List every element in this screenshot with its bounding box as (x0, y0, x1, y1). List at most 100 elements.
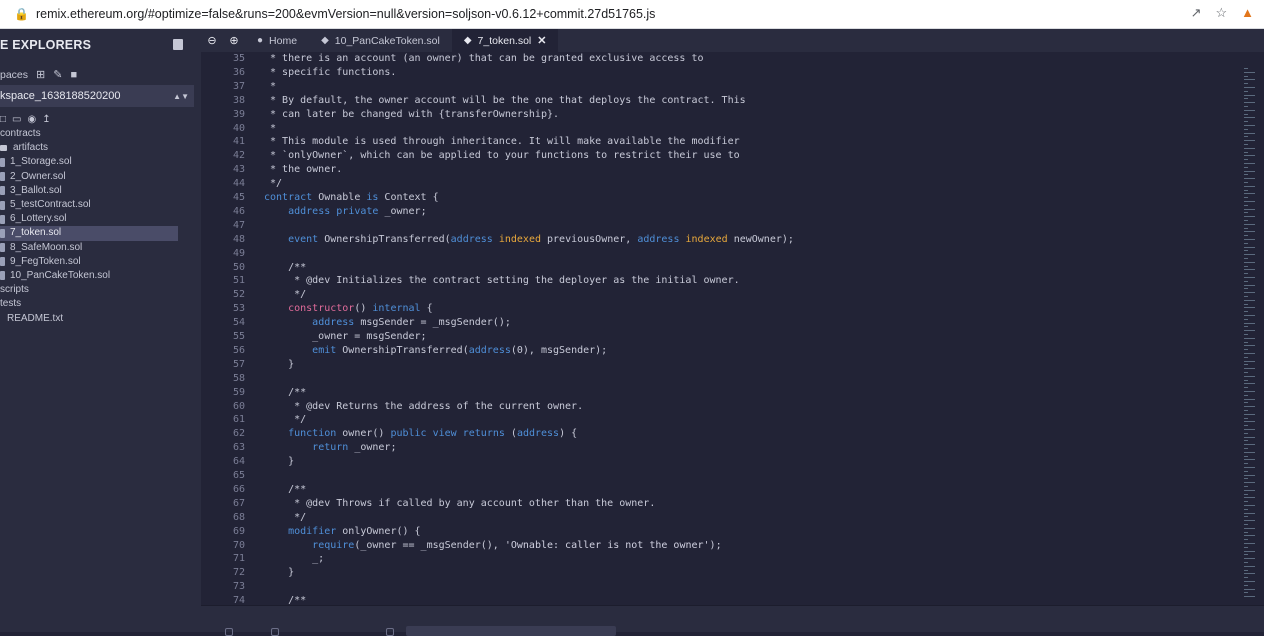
code-line[interactable]: 49 (201, 247, 1240, 261)
code-line[interactable]: 50 /** (201, 261, 1240, 275)
code-text: _owner = msgSender; (264, 331, 427, 342)
new-folder-icon[interactable]: ▭ (12, 114, 21, 125)
file-tree-item[interactable]: artifacts (0, 141, 201, 155)
code-line[interactable]: 53 constructor() internal { (201, 302, 1240, 316)
clear-console-icon[interactable] (271, 628, 279, 636)
line-number: 54 (232, 317, 245, 329)
file-tree-item[interactable]: 10_PanCakeToken.sol (0, 269, 201, 283)
share-icon[interactable]: ↗ (1191, 5, 1202, 21)
file-tree-item-label: README.txt (7, 312, 64, 324)
code-line[interactable]: 67 * @dev Throws if called by any accoun… (201, 497, 1240, 511)
minimap-line (1244, 94, 1255, 96)
code-line[interactable]: 44 */ (201, 177, 1240, 191)
minimap-line (1244, 250, 1248, 252)
terminal-bar (201, 605, 1264, 636)
code-line[interactable]: 71 _; (201, 552, 1240, 566)
minimap-line (1244, 375, 1255, 377)
code-line[interactable]: 72 } (201, 566, 1240, 580)
code-line[interactable]: 73 (201, 580, 1240, 594)
code-line[interactable]: 68 */ (201, 511, 1240, 525)
file-tree-item[interactable]: 7_token.sol (0, 226, 178, 241)
code-line[interactable]: 66 /** (201, 483, 1240, 497)
line-number: 65 (232, 470, 245, 481)
code-line[interactable]: 60 * @dev Returns the address of the cur… (201, 400, 1240, 414)
file-tree-item[interactable]: 5_testContract.sol (0, 198, 201, 212)
code-line[interactable]: 46 address private _owner; (201, 205, 1240, 219)
code-line[interactable]: 70 require(_owner == _msgSender(), 'Owna… (201, 539, 1240, 553)
delete-workspace-icon[interactable]: ■ (70, 69, 77, 81)
code-line[interactable]: 39 * can later be changed with {transfer… (201, 108, 1240, 122)
code-line[interactable]: 65 (201, 469, 1240, 483)
line-number: 45 (232, 192, 245, 203)
editor-minimap[interactable] (1240, 52, 1264, 605)
code-line[interactable]: 62 function owner() public view returns … (201, 427, 1240, 441)
file-tree-item[interactable]: tests (0, 297, 201, 311)
file-tree-item[interactable]: 9_FegToken.sol (0, 255, 201, 269)
new-file-icon[interactable]: □ (0, 114, 6, 125)
code-line[interactable]: 63 return _owner; (201, 441, 1240, 455)
zoom-in-icon[interactable]: ⊕ (223, 34, 245, 47)
file-tree-item[interactable]: contracts (0, 127, 201, 141)
file-tree-item[interactable]: 1_Storage.sol (0, 155, 201, 169)
close-tab-icon[interactable]: ✕ (537, 34, 546, 47)
solidity-file-icon (0, 214, 5, 224)
code-line[interactable]: 52 */ (201, 288, 1240, 302)
line-number: 47 (232, 219, 245, 231)
tab-home[interactable]: ● Home (245, 29, 309, 52)
tab-pancaketoken[interactable]: ◆ 10_PanCakeToken.sol (309, 29, 452, 52)
url-field[interactable]: remix.ethereum.org/#optimize=false&runs=… (36, 7, 655, 21)
github-icon[interactable]: ◉ (28, 114, 37, 125)
create-workspace-icon[interactable]: ⊞ (36, 68, 45, 81)
code-line[interactable]: 36 * specific functions. (201, 66, 1240, 80)
code-line[interactable]: 54 address msgSender = _msgSender(); (201, 316, 1240, 330)
minimap-line (1244, 223, 1255, 225)
code-line[interactable]: 47 (201, 219, 1240, 233)
file-tree-item[interactable]: 8_SafeMoon.sol (0, 241, 201, 255)
code-line[interactable]: 56 emit OwnershipTransferred(address(0),… (201, 344, 1240, 358)
code-editor[interactable]: 35 * there is an account (an owner) that… (201, 52, 1240, 605)
code-line[interactable]: 74 /** (201, 594, 1240, 605)
code-line[interactable]: 61 */ (201, 413, 1240, 427)
code-text: _; (264, 553, 325, 565)
code-line[interactable]: 38 * By default, the owner account will … (201, 94, 1240, 108)
code-line[interactable]: 55 _owner = msgSender; (201, 330, 1240, 344)
code-text: * This module is used through inheritanc… (264, 136, 740, 148)
upload-icon[interactable]: ↥ (42, 114, 50, 125)
code-line[interactable]: 48 event OwnershipTransferred(address in… (201, 233, 1240, 247)
code-line[interactable]: 59 /** (201, 386, 1240, 400)
minimap-line (1244, 493, 1248, 495)
code-line[interactable]: 64 } (201, 455, 1240, 469)
file-tree-item-label: 3_Ballot.sol (10, 184, 62, 196)
code-line[interactable]: 42 * `onlyOwner`, which can be applied t… (201, 149, 1240, 163)
workspace-select[interactable]: kspace_1638188520200 ▲▼ (0, 85, 194, 107)
code-line[interactable]: 57 } (201, 358, 1240, 372)
zoom-out-icon[interactable]: ⊖ (201, 34, 223, 47)
terminal-search-input[interactable] (406, 626, 616, 636)
toggle-terminal-icon[interactable] (225, 628, 233, 636)
code-text: * By default, the owner account will be … (264, 94, 746, 106)
code-line[interactable]: 45 contract Ownable is Context { (201, 191, 1240, 205)
code-line[interactable]: 35 * there is an account (an owner) that… (201, 52, 1240, 66)
metamask-extension-icon[interactable]: ▲ (1241, 5, 1254, 21)
documentation-icon[interactable] (173, 39, 183, 50)
tab-token-active[interactable]: ◆ 7_token.sol ✕ (451, 29, 559, 52)
code-line[interactable]: 43 * the owner. (201, 163, 1240, 177)
file-tree-item[interactable]: 3_Ballot.sol (0, 184, 201, 198)
code-line[interactable]: 69 modifier onlyOwner() { (201, 525, 1240, 539)
search-icon[interactable] (386, 628, 394, 636)
file-tree-item[interactable]: 2_Owner.sol (0, 170, 201, 184)
remix-icon: ● (257, 35, 264, 46)
file-tree-item[interactable]: README.txt (0, 311, 201, 325)
bookmark-star-icon[interactable]: ☆ (1215, 5, 1227, 21)
minimap-line (1244, 326, 1248, 328)
code-text: modifier onlyOwner() { (288, 525, 421, 537)
code-line[interactable]: 40 * (201, 122, 1240, 136)
code-line[interactable]: 37 * (201, 80, 1240, 94)
rename-workspace-icon[interactable]: ✎ (53, 68, 62, 81)
code-line[interactable]: 58 (201, 372, 1240, 386)
file-tree-item[interactable]: scripts (0, 283, 201, 297)
code-line[interactable]: 51 * @dev Initializes the contract setti… (201, 274, 1240, 288)
file-tree-item[interactable]: 6_Lottery.sol (0, 212, 201, 226)
code-line[interactable]: 41 * This module is used through inherit… (201, 135, 1240, 149)
code-text: } (264, 567, 295, 579)
